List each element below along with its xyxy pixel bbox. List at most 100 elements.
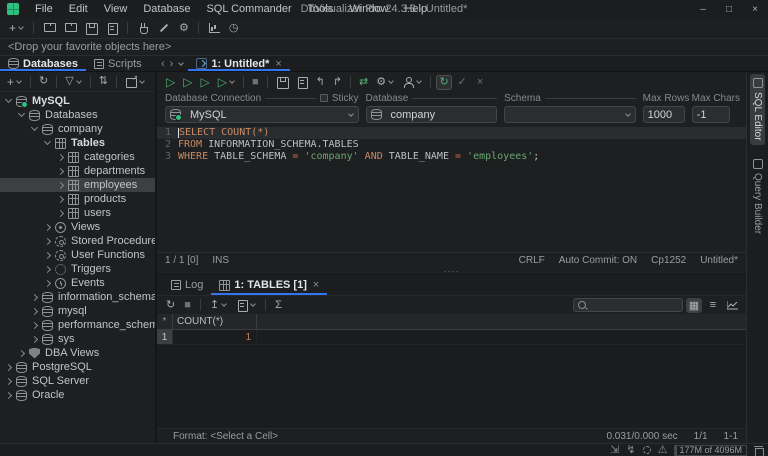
redo-button[interactable]: ↱: [330, 76, 345, 89]
tree-item-tables[interactable]: Tables: [0, 136, 155, 150]
expander-icon[interactable]: [44, 223, 51, 230]
expander-icon[interactable]: [44, 138, 51, 145]
code-line-2[interactable]: 2FROM INFORMATION_SCHEMA.TABLES: [157, 139, 746, 151]
expander-icon[interactable]: [31, 335, 38, 342]
menu-sql-commander[interactable]: SQL Commander: [198, 1, 299, 17]
settings-button[interactable]: ⚙: [176, 22, 192, 35]
tree-item-performance-schema[interactable]: performance_schema: [0, 318, 155, 332]
expander-icon[interactable]: [57, 181, 64, 188]
favorites-bar[interactable]: <Drop your favorite objects here>: [0, 38, 768, 55]
grid-cell[interactable]: 1: [173, 330, 257, 344]
aggregate-button[interactable]: Σ: [272, 299, 285, 312]
export-result-button[interactable]: ↥: [207, 299, 230, 312]
memory-indicator[interactable]: 177M of 4096M: [674, 445, 747, 456]
tree-item-sql-server[interactable]: SQL Server: [0, 374, 155, 388]
new-button[interactable]: +: [6, 21, 27, 35]
execute-buffer-button[interactable]: ▷: [197, 75, 212, 89]
execute-button[interactable]: ▷: [163, 75, 178, 89]
close-tab-icon[interactable]: ×: [275, 58, 281, 70]
expander-icon[interactable]: [5, 377, 12, 384]
editor-mode-toggle[interactable]: ↻: [436, 75, 452, 90]
open-button[interactable]: [40, 21, 58, 35]
trash-icon[interactable]: [754, 445, 763, 456]
expander-icon[interactable]: [5, 96, 12, 103]
grid-view-button[interactable]: ▦: [686, 298, 702, 313]
history-button[interactable]: ◷: [226, 22, 242, 35]
tree-item-user-functions[interactable]: User Functions: [0, 248, 155, 262]
expander-icon[interactable]: [44, 279, 51, 286]
tree-item-dba-views[interactable]: DBA Views: [0, 346, 155, 360]
expander-icon[interactable]: [57, 167, 64, 174]
results-tab-1-tables-1[interactable]: 1: TABLES [1]×: [211, 275, 327, 295]
tree-item-postgresql[interactable]: PostgreSQL: [0, 360, 155, 374]
save-as-button[interactable]: [103, 21, 121, 35]
tab-list-button[interactable]: [179, 60, 185, 66]
tab-scripts[interactable]: Scripts: [86, 56, 150, 71]
warning-icon[interactable]: ⚠: [658, 445, 668, 456]
commit-button[interactable]: ✓: [454, 75, 470, 90]
expander-icon[interactable]: [57, 195, 64, 202]
tree-item-stored-procedures[interactable]: Stored Procedures: [0, 234, 155, 248]
connect-button[interactable]: [134, 21, 152, 35]
expander-icon[interactable]: [5, 391, 12, 398]
refresh-tree-button[interactable]: ↻: [36, 75, 51, 88]
expander-icon[interactable]: [18, 110, 25, 117]
open-recent-button[interactable]: [61, 21, 79, 35]
tree-item-sys[interactable]: sys: [0, 332, 155, 346]
close-tab-icon[interactable]: ×: [313, 279, 319, 291]
tree-item-mysql[interactable]: MySQL: [0, 94, 155, 108]
grid-corner-cell[interactable]: *: [157, 314, 173, 329]
chart-view-button[interactable]: [724, 298, 740, 313]
text-view-button[interactable]: ≡: [705, 298, 721, 313]
filter-button[interactable]: ▽: [62, 75, 84, 88]
grid-row-number[interactable]: 1: [157, 330, 173, 344]
monitor-button[interactable]: [205, 21, 223, 35]
save-script-as-button[interactable]: [293, 75, 311, 89]
grid-column-header[interactable]: COUNT(*): [173, 314, 257, 329]
side-tab-sql-editor[interactable]: SQL Editor: [750, 74, 765, 145]
permissions-button[interactable]: [399, 75, 425, 89]
save-button[interactable]: [82, 21, 100, 35]
max-rows-input[interactable]: 1000: [643, 106, 685, 123]
menu-file[interactable]: File: [27, 1, 61, 17]
compare-button[interactable]: ⇄: [356, 76, 371, 89]
expander-icon[interactable]: [44, 251, 51, 258]
tree-item-databases[interactable]: Databases: [0, 108, 155, 122]
schema-select[interactable]: [504, 106, 636, 123]
tree-item-categories[interactable]: categories: [0, 150, 155, 164]
expander-icon[interactable]: [57, 209, 64, 216]
execute-current-button[interactable]: ▷: [180, 75, 195, 89]
close-window-button[interactable]: ×: [742, 0, 768, 18]
expander-icon[interactable]: [31, 321, 38, 328]
side-tab-query-builder[interactable]: Query Builder: [750, 155, 765, 238]
code-line-3[interactable]: 3WHERE TABLE_SCHEMA = 'company' AND TABL…: [157, 151, 746, 163]
connection-select[interactable]: MySQL: [165, 106, 359, 123]
bolt-icon[interactable]: ↯: [626, 445, 635, 456]
tree-item-employees[interactable]: employees: [0, 178, 155, 192]
tab-sql-commander[interactable]: 1: Untitled* ×: [188, 56, 290, 71]
edit-connection-button[interactable]: [155, 21, 173, 35]
expander-icon[interactable]: [57, 153, 64, 160]
stop-button[interactable]: ■: [249, 76, 262, 89]
menu-edit[interactable]: Edit: [61, 1, 96, 17]
grid-row[interactable]: 11: [157, 330, 746, 345]
expander-icon[interactable]: [31, 124, 38, 131]
expander-icon[interactable]: [31, 293, 38, 300]
resize-icon[interactable]: ⇲: [610, 445, 619, 456]
reload-result-button[interactable]: ↻: [163, 299, 178, 312]
code-line-1[interactable]: 1SELECT COUNT(*): [157, 127, 746, 139]
menu-database[interactable]: Database: [135, 1, 198, 17]
nav-back-button[interactable]: ‹: [161, 58, 165, 70]
undo-button[interactable]: ↰: [313, 76, 328, 89]
tree-item-oracle[interactable]: Oracle: [0, 388, 155, 402]
execute-explain-button[interactable]: ▷: [215, 75, 238, 89]
tree-item-company[interactable]: company: [0, 122, 155, 136]
sql-editor[interactable]: 1SELECT COUNT(*)2FROM INFORMATION_SCHEMA…: [157, 126, 746, 252]
nav-forward-button[interactable]: ›: [170, 58, 174, 70]
expander-icon[interactable]: [44, 237, 51, 244]
expander-icon[interactable]: [18, 349, 25, 356]
sticky-checkbox[interactable]: [320, 94, 328, 102]
tree-item-departments[interactable]: departments: [0, 164, 155, 178]
horizontal-splitter[interactable]: ····: [157, 267, 746, 275]
minimize-button[interactable]: –: [690, 0, 716, 18]
